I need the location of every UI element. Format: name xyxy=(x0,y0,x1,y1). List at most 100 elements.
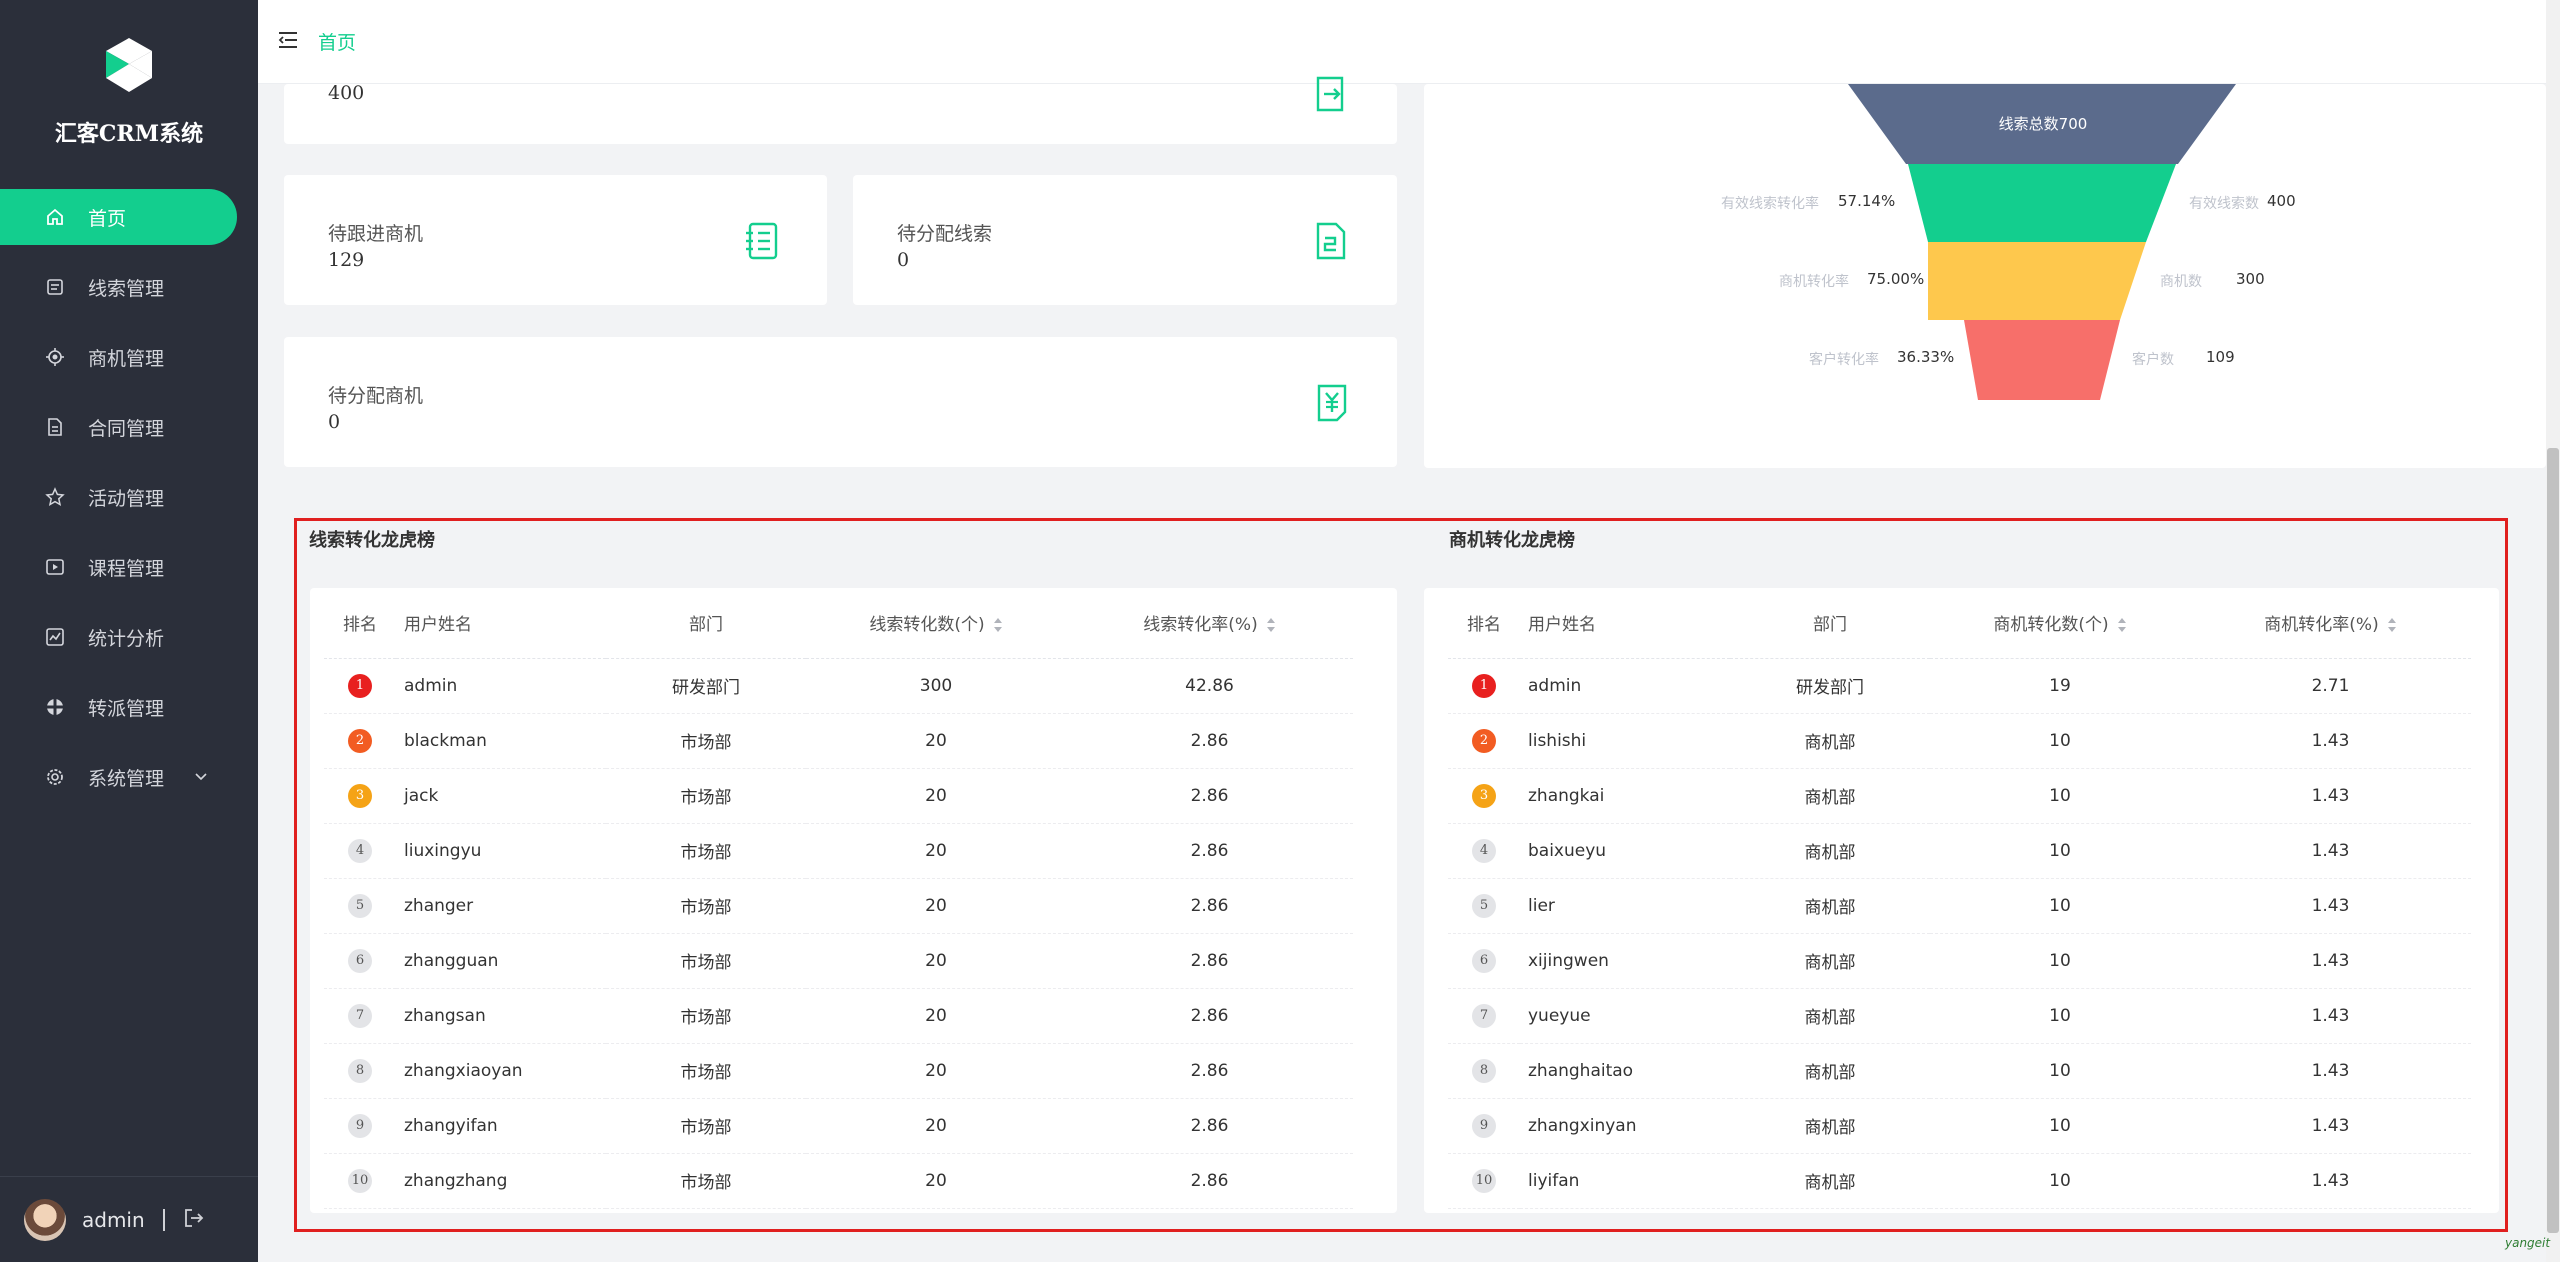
rank-badge: 4 xyxy=(1472,838,1496,863)
table-row[interactable]: 4 baixueyu 商机部 10 1.43 xyxy=(1448,823,2471,879)
sidebar-item-label: 统计分析 xyxy=(88,627,165,650)
table-row[interactable]: 4 liuxingyu 市场部 20 2.86 xyxy=(324,823,1353,879)
rank-badge: 8 xyxy=(1472,1058,1496,1083)
table-row[interactable]: 9 zhangyifan 市场部 20 2.86 xyxy=(324,1098,1353,1154)
stats-icon xyxy=(44,626,66,648)
rank-badge: 7 xyxy=(348,1003,372,1028)
sidebar-item-system[interactable]: 系统管理 xyxy=(0,749,258,805)
rank-badge: 2 xyxy=(348,728,372,753)
table-row[interactable]: 1 admin 研发部门 300 42.86 xyxy=(324,658,1353,714)
clue-rank-table-card: 排名 用户姓名 部门 线索转化数(个) 线索转化率(%) 1 admin 研发部门 3… xyxy=(310,588,1397,1213)
rank-badge: 4 xyxy=(348,838,372,863)
table-row[interactable]: 7 yueyue 商机部 10 1.43 xyxy=(1448,988,2471,1044)
count-cell: 19 xyxy=(1930,658,2190,714)
sidebar-item-courses[interactable]: 课程管理 xyxy=(0,539,258,595)
sort-icon[interactable] xyxy=(993,617,1003,633)
sidebar-item-contracts[interactable]: 合同管理 xyxy=(0,399,258,455)
table-row[interactable]: 3 zhangkai 商机部 10 1.43 xyxy=(1448,768,2471,824)
watermark: yangeit xyxy=(2505,1236,2551,1250)
rank-cell: 2 xyxy=(1448,713,1520,769)
sidebar-item-home[interactable]: 首页 xyxy=(0,189,237,245)
sort-icon[interactable] xyxy=(2117,617,2127,633)
rank-cell: 8 xyxy=(324,1043,396,1099)
table-row[interactable]: 6 zhangguan 市场部 20 2.86 xyxy=(324,933,1353,989)
sidebar-item-label: 系统管理 xyxy=(88,767,165,790)
clue-rank-table: 排名 用户姓名 部门 线索转化数(个) 线索转化率(%) 1 admin 研发部门 3… xyxy=(324,588,1353,1209)
count-cell: 10 xyxy=(1930,713,2190,769)
logout-icon[interactable] xyxy=(183,1207,205,1233)
sort-icon[interactable] xyxy=(1266,617,1276,633)
count-cell: 300 xyxy=(806,658,1066,714)
table-row[interactable]: 10 liyifan 商机部 10 1.43 xyxy=(1448,1153,2471,1209)
department-cell: 市场部 xyxy=(606,988,806,1044)
chevron-down-icon[interactable] xyxy=(193,767,209,789)
rank-cell: 7 xyxy=(1448,988,1520,1044)
sidebar-item-business[interactable]: 商机管理 xyxy=(0,329,258,385)
table-row[interactable]: 6 xijingwen 商机部 10 1.43 xyxy=(1448,933,2471,989)
table-row[interactable]: 2 lishishi 商机部 10 1.43 xyxy=(1448,713,2471,769)
rank-badge: 7 xyxy=(1472,1003,1496,1028)
breadcrumb[interactable]: 首页 xyxy=(318,28,356,55)
column-header-sortable[interactable]: 线索转化率(%) xyxy=(1066,588,1353,659)
rate-cell: 1.43 xyxy=(2190,1153,2471,1209)
funnel-value: 75.00% xyxy=(1867,270,1925,288)
table-row[interactable]: 8 zhangxiaoyan 市场部 20 2.86 xyxy=(324,1043,1353,1099)
table-row[interactable]: 3 jack 市场部 20 2.86 xyxy=(324,768,1353,824)
table-row[interactable]: 10 zhangzhang 市场部 20 2.86 xyxy=(324,1153,1353,1209)
user-name-cell: xijingwen xyxy=(1520,933,1730,989)
table-row[interactable]: 5 lier 商机部 10 1.43 xyxy=(1448,878,2471,934)
user-name-cell: jack xyxy=(396,768,606,824)
table-row[interactable]: 1 admin 研发部门 19 2.71 xyxy=(1448,658,2471,714)
funnel-label: 有效线索数 xyxy=(2189,196,2259,212)
count-cell: 20 xyxy=(806,878,1066,934)
menu-toggle-icon[interactable] xyxy=(278,31,298,53)
rank-cell: 2 xyxy=(324,713,396,769)
funnel-label: 商机转化率 xyxy=(1779,274,1849,290)
sidebar-nav: 首页 线索管理 商机管理 合同管理 活动管理 课程管理 统计分析 转派管理 系统… xyxy=(0,189,258,819)
rank-cell: 7 xyxy=(324,988,396,1044)
conversion-funnel-card: 线索总数700 有效线索转化率 57.14% 有效线索数 400 商机转化率 7… xyxy=(1424,84,2546,468)
column-header: 排名 xyxy=(324,588,396,659)
activity-icon xyxy=(44,486,66,508)
rank-cell: 9 xyxy=(324,1098,396,1154)
funnel-chart xyxy=(1848,84,2236,400)
funnel-value: 36.33% xyxy=(1897,348,1955,366)
rank-cell: 4 xyxy=(1448,823,1520,879)
table-row[interactable]: 9 zhangxinyan 商机部 10 1.43 xyxy=(1448,1098,2471,1154)
rank-cell: 9 xyxy=(1448,1098,1520,1154)
sort-icon[interactable] xyxy=(2387,617,2397,633)
business-icon xyxy=(44,346,66,368)
home-icon xyxy=(44,206,66,228)
department-cell: 市场部 xyxy=(606,1043,806,1099)
stat-card-assign-clue[interactable]: 待分配线索 0 xyxy=(853,175,1397,305)
table-row[interactable]: 8 zhanghaitao 商机部 10 1.43 xyxy=(1448,1043,2471,1099)
rate-cell: 1.43 xyxy=(2190,713,2471,769)
clue-rank-body: 1 admin 研发部门 300 42.86 2 blackman 市场部 20 2.86 3 jac… xyxy=(324,658,1353,1209)
user-name-cell: zhangzhang xyxy=(396,1153,606,1209)
rank-badge: 9 xyxy=(1472,1113,1496,1138)
avatar[interactable] xyxy=(24,1198,66,1241)
column-header: 部门 xyxy=(1730,588,1930,659)
user-name-cell: baixueyu xyxy=(1520,823,1730,879)
sidebar-item-activities[interactable]: 活动管理 xyxy=(0,469,258,525)
scrollbar-thumb[interactable] xyxy=(2547,448,2559,1233)
sidebar-item-label: 合同管理 xyxy=(88,417,165,440)
column-header-sortable[interactable]: 商机转化率(%) xyxy=(2190,588,2471,659)
stat-card-assign-business[interactable]: 待分配商机 0 xyxy=(284,337,1397,467)
sidebar-item-clues[interactable]: 线索管理 xyxy=(0,259,258,315)
column-header-label: 线索转化数(个) xyxy=(869,615,985,636)
rate-cell: 1.43 xyxy=(2190,823,2471,879)
document-icon xyxy=(1316,222,1346,260)
sidebar-item-transfer[interactable]: 转派管理 xyxy=(0,679,258,735)
rank-badge: 9 xyxy=(348,1113,372,1138)
stat-card-followup-business[interactable]: 待跟进商机 129 xyxy=(284,175,827,305)
sidebar-item-stats[interactable]: 统计分析 xyxy=(0,609,258,665)
table-row[interactable]: 2 blackman 市场部 20 2.86 xyxy=(324,713,1353,769)
column-header-sortable[interactable]: 线索转化数(个) xyxy=(806,588,1066,659)
count-cell: 10 xyxy=(1930,878,2190,934)
rate-cell: 1.43 xyxy=(2190,1098,2471,1154)
table-row[interactable]: 5 zhanger 市场部 20 2.86 xyxy=(324,878,1353,934)
column-header-sortable[interactable]: 商机转化数(个) xyxy=(1930,588,2190,659)
funnel-value: 400 xyxy=(2267,192,2296,210)
table-row[interactable]: 7 zhangsan 市场部 20 2.86 xyxy=(324,988,1353,1044)
